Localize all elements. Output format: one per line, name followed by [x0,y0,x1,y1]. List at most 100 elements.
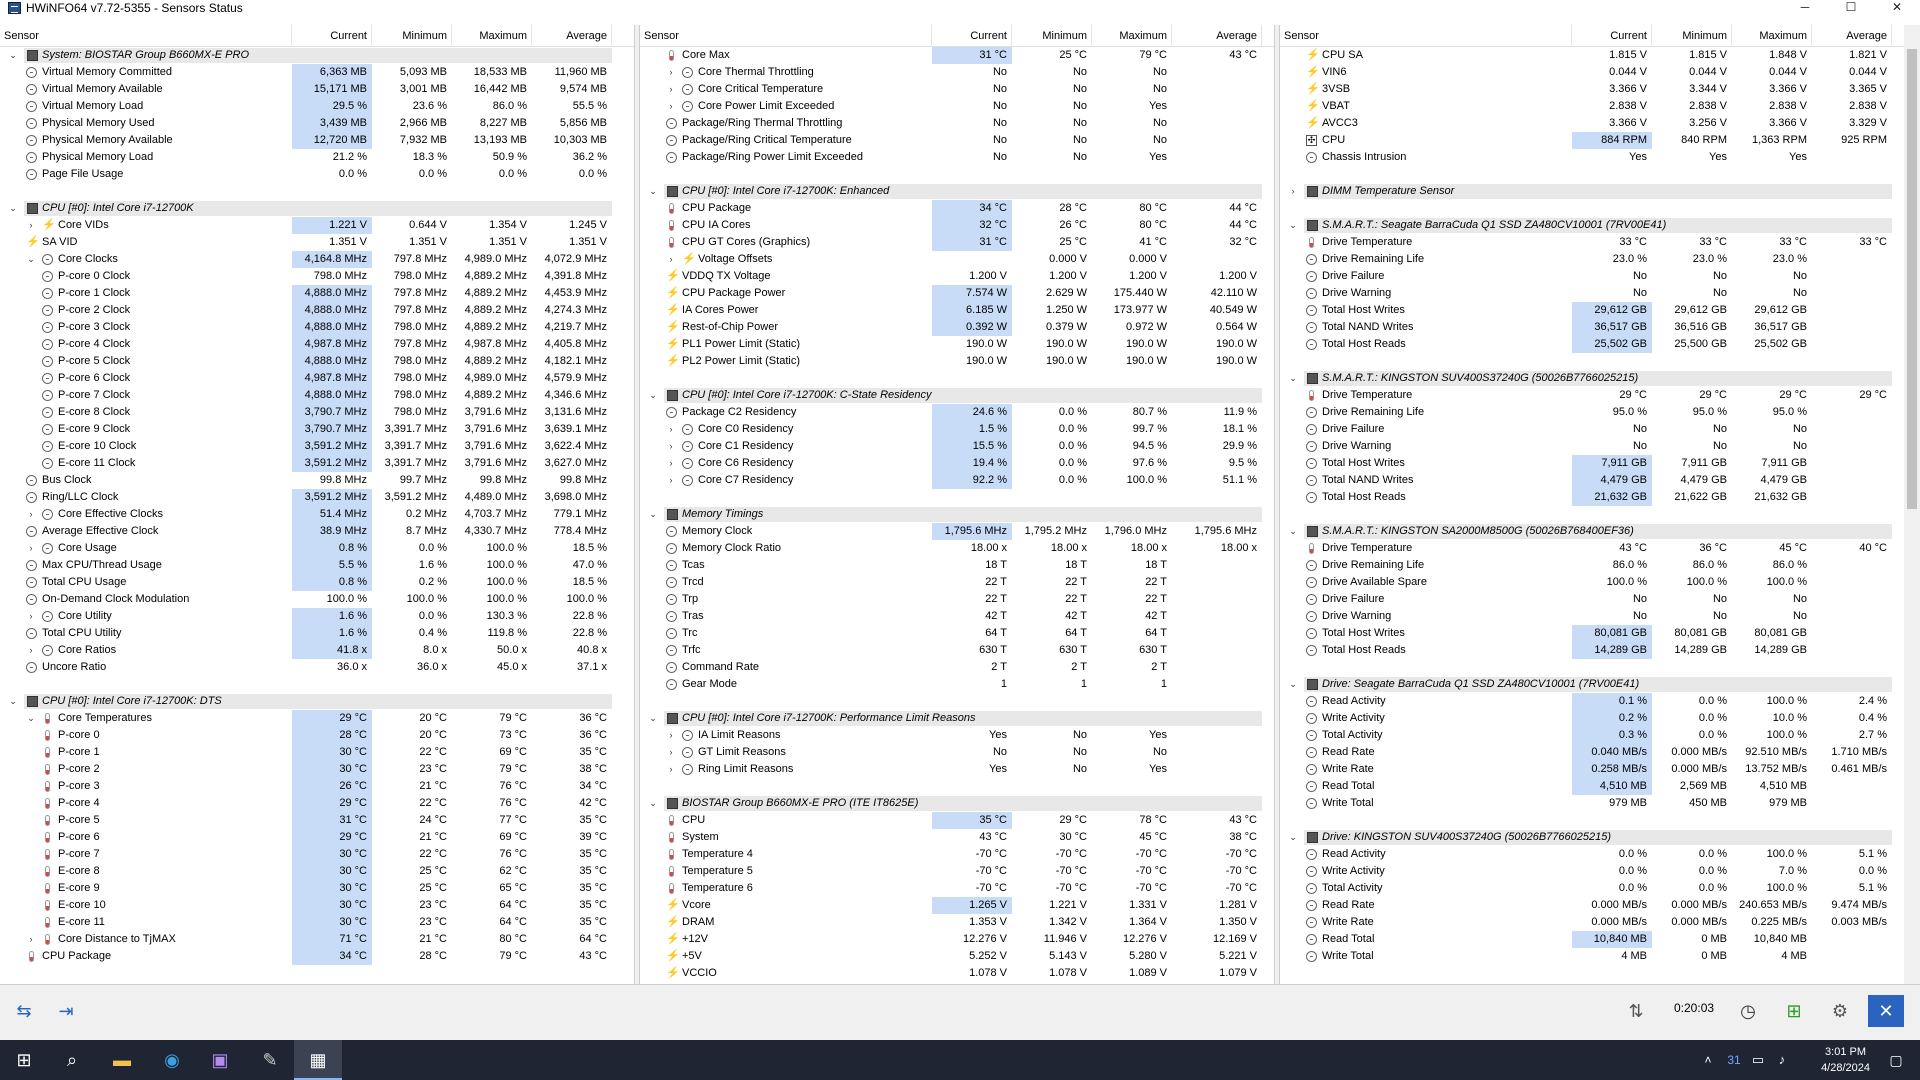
arrows-left-right-icon[interactable]: ⇆ [6,995,42,1027]
sensor-row[interactable]: ⌄ Core Clocks 4,164.8 MHz 797.8 MHz 4,989.0 … [0,251,634,268]
sensor-row[interactable]: CPU 884 RPM 840 RPM 1,363 RPM 925 RPM [1280,132,1904,149]
sensor-row[interactable]: › Core Distance to TjMAX 71 °C 21 °C 80 °C 64… [0,931,634,948]
sensor-row[interactable]: Core Max 31 °C 25 °C 79 °C 43 °C [640,47,1274,64]
sensor-row[interactable]: › Voltage Offsets 0.000 V 0.000 V [640,251,1274,268]
sensor-row[interactable]: Temperature 5 -70 °C -70 °C -70 °C -70 °C [640,863,1274,880]
sensor-row[interactable]: Physical Memory Load 21.2 % 18.3 % 50.9 % 36… [0,149,634,166]
app-chip-icon[interactable]: ▣ [196,1040,244,1080]
sensor-row[interactable]: Physical Memory Used 3,439 MB 2,966 MB 8,22… [0,115,634,132]
sensor-row[interactable]: E-core 9 30 °C 25 °C 65 °C 35 °C [0,880,634,897]
collapse-chevron-icon[interactable]: ⌄ [1288,217,1298,234]
vertical-scrollbar[interactable] [1904,25,1920,984]
sensor-row[interactable]: +5V 5.252 V 5.143 V 5.280 V 5.221 V [640,948,1274,965]
sensor-row[interactable]: VCCIO 1.078 V 1.078 V 1.089 V 1.079 V [640,965,1274,982]
sensor-row[interactable]: Total Host Reads 14,289 GB 14,289 GB 14,289… [1280,642,1904,659]
sensor-row[interactable]: E-core 10 Clock 3,591.2 MHz 3,391.7 MHz 3,7… [0,438,634,455]
sensor-row[interactable]: Temperature 4 -70 °C -70 °C -70 °C -70 °C [640,846,1274,863]
collapse-chevron-icon[interactable]: ⌄ [8,693,18,710]
collapse-chevron-icon[interactable]: ⌄ [648,387,658,404]
sensor-row[interactable]: Memory Clock Ratio 18.00 x 18.00 x 18.00 x 1… [640,540,1274,557]
expand-chevron-icon[interactable]: › [666,455,676,472]
sensor-row[interactable]: Total CPU Utility 1.6 % 0.4 % 119.8 % 22.8 % [0,625,634,642]
collapse-chevron-icon[interactable]: ⌄ [648,710,658,727]
sensor-row[interactable]: Drive Temperature 29 °C 29 °C 29 °C 29 °C [1280,387,1904,404]
column-header-sensor[interactable]: Sensor [0,25,292,47]
collapse-chevron-icon[interactable]: ⌄ [1288,829,1298,846]
sensor-group[interactable]: ⌄ BIOSTAR Group B660MX-E PRO (ITE IT8625E… [640,795,1274,812]
column-header-current[interactable]: Current [1572,25,1652,47]
expand-chevron-icon[interactable]: › [666,64,676,81]
expand-chevron-icon[interactable]: › [666,251,676,268]
column-header-current[interactable]: Current [292,25,372,47]
sensor-group[interactable]: ⌄ CPU [#0]: Intel Core i7-12700K: Perform… [640,710,1274,727]
sensor-row[interactable]: P-core 6 Clock 4,987.8 MHz 798.0 MHz 4,989.… [0,370,634,387]
sensor-row[interactable]: VDDQ TX Voltage 1.200 V 1.200 V 1.200 V 1.20… [640,268,1274,285]
file-explorer-icon[interactable]: ▬ [98,1040,146,1080]
sensor-row[interactable]: Vcore 1.265 V 1.221 V 1.331 V 1.281 V [640,897,1274,914]
collapse-chevron-icon[interactable]: ⌄ [8,47,18,64]
sensor-row[interactable]: Drive Remaining Life 86.0 % 86.0 % 86.0 % [1280,557,1904,574]
sensor-row[interactable]: Virtual Memory Available 15,171 MB 3,001 M… [0,81,634,98]
sensor-row[interactable]: E-core 10 30 °C 23 °C 64 °C 35 °C [0,897,634,914]
column-header-average[interactable]: Average [1172,25,1262,47]
sensor-row[interactable]: Drive Warning No No No [1280,285,1904,302]
network-icon[interactable]: ▭ [1746,1040,1770,1080]
sensor-row[interactable]: P-core 0 Clock 798.0 MHz 798.0 MHz 4,889.2 … [0,268,634,285]
sensor-row[interactable]: Bus Clock 99.8 MHz 99.7 MHz 99.8 MHz 99.8 MH… [0,472,634,489]
sensor-row[interactable]: Read Rate 0.040 MB/s 0.000 MB/s 92.510 MB/s… [1280,744,1904,761]
sensor-row[interactable]: PL1 Power Limit (Static) 190.0 W 190.0 W 19… [640,336,1274,353]
sensor-row[interactable]: › Core Power Limit Exceeded No No Yes [640,98,1274,115]
sensor-row[interactable]: › Core Usage 0.8 % 0.0 % 100.0 % 18.5 % [0,540,634,557]
close-window-button[interactable]: ✕ [1874,0,1920,16]
start-windows-icon[interactable]: ⊞ [0,1040,48,1080]
expand-chevron-icon[interactable]: › [26,540,36,557]
sensor-row[interactable]: Temperature 6 -70 °C -70 °C -70 °C -70 °C [640,880,1274,897]
sensor-row[interactable]: Max CPU/Thread Usage 5.5 % 1.6 % 100.0 % 47.… [0,557,634,574]
sensor-row[interactable]: › IA Limit Reasons Yes No Yes [640,727,1274,744]
sensor-row[interactable]: Uncore Ratio 36.0 x 36.0 x 45.0 x 37.1 x [0,659,634,676]
sensor-row[interactable]: CPU GT Cores (Graphics) 31 °C 25 °C 41 °C 32… [640,234,1274,251]
sensor-row[interactable]: Total Host Writes 29,612 GB 29,612 GB 29,61… [1280,302,1904,319]
sensor-row[interactable]: Virtual Memory Load 29.5 % 23.6 % 86.0 % 55.… [0,98,634,115]
sensor-row[interactable]: Package C2 Residency 24.6 % 0.0 % 80.7 % 11.… [640,404,1274,421]
sensor-row[interactable]: Read Total 4,510 MB 2,569 MB 4,510 MB [1280,778,1904,795]
collapse-chevron-icon[interactable]: ⌄ [648,183,658,200]
column-header-maximum[interactable]: Maximum [1732,25,1812,47]
sensor-row[interactable]: P-core 2 Clock 4,888.0 MHz 797.8 MHz 4,889.… [0,302,634,319]
sensor-row[interactable]: P-core 1 Clock 4,888.0 MHz 797.8 MHz 4,889.… [0,285,634,302]
sensor-row[interactable]: On-Demand Clock Modulation 100.0 % 100.0 %… [0,591,634,608]
volume-icon[interactable]: ♪ [1770,1040,1794,1080]
sensor-row[interactable]: Tcas 18 T 18 T 18 T [640,557,1274,574]
tray-chevron-up-icon[interactable]: ˄ [1694,1040,1722,1080]
sensor-row[interactable]: CPU Package 34 °C 28 °C 80 °C 44 °C [640,200,1274,217]
sensor-row[interactable]: +12V 12.276 V 11.946 V 12.276 V 12.169 V [640,931,1274,948]
sensor-row[interactable]: › Core Effective Clocks 51.4 MHz 0.2 MHz 4,7… [0,506,634,523]
expand-chevron-icon[interactable]: › [26,931,36,948]
sensor-row[interactable]: P-core 3 26 °C 21 °C 76 °C 34 °C [0,778,634,795]
sensor-row[interactable]: › Core Critical Temperature No No No [640,81,1274,98]
sensor-row[interactable]: › GT Limit Reasons No No No [640,744,1274,761]
expand-chevron-icon[interactable]: › [26,642,36,659]
column-header-sensor[interactable]: Sensor [640,25,932,47]
sensor-group[interactable]: › DIMM Temperature Sensor [1280,183,1904,200]
sensor-row[interactable]: Total NAND Writes 36,517 GB 36,516 GB 36,51… [1280,319,1904,336]
sensor-row[interactable]: Virtual Memory Committed 6,363 MB 5,093 MB… [0,64,634,81]
expand-chevron-icon[interactable]: › [26,506,36,523]
sensor-row[interactable]: Rest-of-Chip Power 0.392 W 0.379 W 0.972 W 0… [640,319,1274,336]
sensor-row[interactable]: Write Activity 0.0 % 0.0 % 7.0 % 0.0 % [1280,863,1904,880]
sensor-row[interactable]: Drive Temperature 33 °C 33 °C 33 °C 33 °C [1280,234,1904,251]
collapse-chevron-icon[interactable]: ⌄ [1288,676,1298,693]
sensor-row[interactable]: › Core C7 Residency 92.2 % 0.0 % 100.0 % 51.1… [640,472,1274,489]
collapse-chevron-icon[interactable]: ⌄ [648,795,658,812]
search-icon[interactable]: ⌕ [48,1040,96,1080]
notifications-icon[interactable]: ▢ [1872,1040,1920,1080]
sensor-row[interactable]: Drive Remaining Life 95.0 % 95.0 % 95.0 % [1280,404,1904,421]
pane-splitter[interactable] [1274,25,1280,984]
column-header-average[interactable]: Average [1812,25,1892,47]
sensor-row[interactable]: Total Host Reads 25,502 GB 25,500 GB 25,502… [1280,336,1904,353]
column-header-minimum[interactable]: Minimum [1652,25,1732,47]
sensor-row[interactable]: Trc 64 T 64 T 64 T [640,625,1274,642]
column-header-average[interactable]: Average [532,25,612,47]
sensor-row[interactable]: E-core 8 Clock 3,790.7 MHz 798.0 MHz 3,791.… [0,404,634,421]
column-header-minimum[interactable]: Minimum [1012,25,1092,47]
